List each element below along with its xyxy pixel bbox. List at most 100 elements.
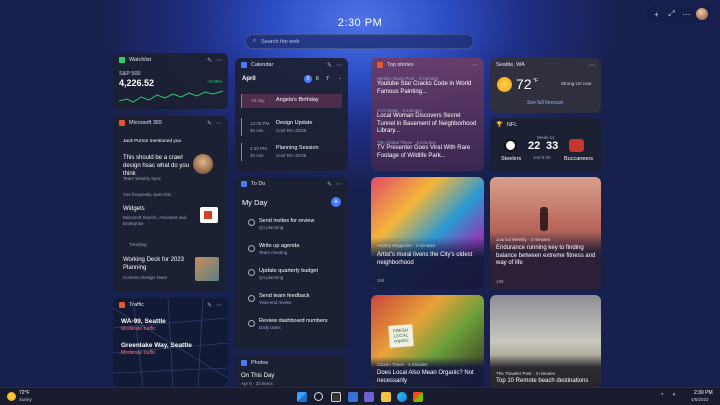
pin-icon[interactable]: ✎	[327, 62, 332, 69]
watchlist-widget[interactable]: Watchlist ✎ ⋯ S&P 500 4,226.52 +0.08%	[113, 53, 228, 109]
nfl-widget[interactable]: 🏆 NFL Week 11 22 33 Steelers Buccaneers 2…	[490, 118, 601, 172]
taskbar-temp[interactable]: 72°F	[19, 390, 30, 396]
organic-news-card[interactable]: FRESH LOCAL organic Citizen Times · 3 mi…	[371, 295, 484, 387]
expand-button[interactable]: ⤢	[666, 9, 677, 19]
taskbar-condition[interactable]: Sunny	[19, 397, 32, 402]
task-view-icon[interactable]	[331, 392, 341, 402]
story-source: The Traveler Post · 3 minutes	[496, 371, 556, 376]
event-duration: 30 min	[250, 128, 264, 133]
traffic-widget[interactable]: Traffic ✎ ⋯ WA-99, Seattle Moderate traffi…	[113, 298, 228, 387]
traffic-status: Moderate traffic	[121, 350, 156, 356]
store-icon[interactable]	[413, 392, 423, 402]
widgets-icon[interactable]	[348, 392, 358, 402]
wifi-icon[interactable]: ◔	[660, 392, 664, 398]
start-icon[interactable]	[297, 392, 307, 402]
todo-list-name[interactable]: My Day	[242, 198, 267, 207]
story-item[interactable]: The Global Times · 3 minutes TV Presente…	[377, 140, 479, 160]
top-stories-widget[interactable]: Top stories ⋯ Weekly News Post · 3 minute…	[371, 58, 484, 171]
mural-news-card[interactable]: Artistry Magazine · 3 minutes Artist's m…	[371, 177, 484, 289]
taskbar-time[interactable]: 2:30 PM	[694, 390, 713, 396]
mention-text[interactable]: This should be a crawl design hsac what …	[123, 154, 193, 178]
forecast-link[interactable]: See full forecast	[527, 100, 563, 106]
more-button[interactable]: ⋯	[681, 10, 692, 19]
weather-sun-icon[interactable]	[7, 392, 16, 401]
endurance-news-card[interactable]: Journal Weekly · 3 minutes Endurance run…	[490, 177, 601, 289]
more-icon[interactable]: ⋯	[336, 62, 342, 69]
chevron-down-icon[interactable]: ⌄	[338, 75, 342, 81]
weather-widget[interactable]: Seattle, WA ⋯ 72 °F Strong UV now See ful…	[490, 58, 601, 113]
weather-unit: °F	[533, 78, 539, 84]
more-icon[interactable]: ⋯	[216, 120, 222, 127]
pin-icon[interactable]: ✎	[327, 181, 332, 188]
task-list: Team meeting	[259, 250, 288, 255]
teams-icon[interactable]	[364, 392, 374, 402]
file-explorer-icon[interactable]	[381, 392, 391, 402]
stock-price: 4,226.52	[119, 78, 155, 88]
task-title[interactable]: Update quarterly budget	[259, 268, 318, 274]
buccaneers-logo-icon	[569, 139, 584, 152]
event-duration: 30 min	[250, 153, 264, 158]
widget-title: Watchlist	[129, 57, 152, 63]
story-source: Artistry Magazine · 3 minutes	[377, 243, 436, 248]
doc-title[interactable]: Widgets	[123, 206, 145, 212]
traffic-road: WA-99, Seattle	[121, 318, 166, 325]
person-avatar	[193, 154, 213, 174]
avatar[interactable]	[696, 8, 708, 20]
task-checkbox[interactable]	[248, 295, 255, 302]
photos-widget[interactable]: Photos On This Day Apr 5 · 33 items	[235, 356, 348, 387]
more-icon[interactable]: ⋯	[216, 57, 222, 64]
story-title: Artist's mural livens the City's oldest …	[377, 252, 473, 266]
search-icon[interactable]	[314, 392, 323, 401]
task-title[interactable]: Send invites for review	[259, 218, 314, 224]
pin-icon[interactable]: ✎	[207, 57, 212, 64]
more-icon[interactable]: ⋯	[216, 302, 222, 309]
event-location: Conf Rm 32/35	[276, 128, 307, 133]
pin-icon[interactable]: ✎	[207, 302, 212, 309]
task-list: Year-end review	[259, 300, 292, 305]
event-location: Conf Rm 32/35	[276, 153, 307, 158]
calendar-day[interactable]: 7	[326, 76, 329, 82]
runner-figure	[540, 207, 548, 231]
top-controls: + ⤢ ⋯	[647, 6, 712, 22]
add-task-button[interactable]: +	[331, 197, 341, 207]
volume-icon[interactable]: ◖	[672, 392, 676, 398]
task-checkbox[interactable]	[248, 219, 255, 226]
doc-subtitle: Contoso Design Team	[123, 275, 168, 280]
task-title[interactable]: Write up agenda	[259, 243, 299, 249]
more-icon[interactable]: ⋯	[336, 181, 342, 188]
search-placeholder: Search the web	[261, 38, 300, 45]
reaction-count[interactable]: 284	[377, 278, 385, 283]
task-checkbox[interactable]	[248, 320, 255, 327]
more-icon[interactable]: ⋯	[589, 62, 595, 69]
doc-title[interactable]: Working Deck for 2023 Planning	[123, 257, 195, 272]
todo-widget[interactable]: To Do ✎ ⋯ My Day + Send invites for review…	[235, 177, 348, 349]
task-title[interactable]: Send team feedback	[259, 293, 309, 299]
taskbar-date[interactable]: 4/5/2022	[691, 397, 709, 402]
add-widget-button[interactable]: +	[651, 10, 662, 19]
calendar-event[interactable]: 4:30 PM 30 min Planning Session Conf Rm …	[241, 143, 342, 161]
story-title: Endurance running key to finding balance…	[496, 245, 596, 266]
microsoft365-widget[interactable]: Microsoft 365 ✎ ⋯ Jack Purton mentioned yo…	[113, 116, 228, 291]
task-title[interactable]: Review dashboard numbers	[259, 318, 327, 324]
calendar-widget[interactable]: Calendar ✎ ⋯ April 5 6 7 ⌄ All day Angela'…	[235, 58, 348, 171]
task-checkbox[interactable]	[248, 269, 255, 276]
calendar-day[interactable]: 6	[316, 76, 319, 82]
calendar-day-selected[interactable]: 5	[304, 75, 312, 83]
more-icon[interactable]: ⋯	[472, 62, 478, 69]
story-item[interactable]: XYZ News · 3 minutes Local Woman Discove…	[377, 108, 479, 136]
edge-icon[interactable]	[397, 392, 407, 402]
story-item[interactable]: Weekly News Post · 3 minutes Youtube Sta…	[377, 76, 479, 96]
task-checkbox[interactable]	[248, 245, 255, 252]
chart-icon	[119, 57, 125, 63]
beach-news-card[interactable]: The Traveler Post · 3 minutes Top 10 Rem…	[490, 295, 601, 387]
calendar-event[interactable]: 12:30 PM 30 min Design Update Conf Rm 32…	[241, 118, 342, 136]
clock: 2:30 PM	[337, 17, 383, 29]
pin-icon[interactable]: ✎	[207, 120, 212, 127]
story-title: TV Presenter Goes Viral With Rare Footag…	[377, 145, 471, 159]
calendar-event[interactable]: All day Angela's Birthday	[241, 94, 342, 108]
reaction-count[interactable]: 189	[496, 279, 504, 284]
widget-title: NFL	[506, 122, 518, 128]
search-icon: ⌕	[253, 38, 257, 44]
taskbar: 72°F Sunny ◔ ◖ 2:30 PM 4/5/2022	[0, 387, 720, 405]
search-input[interactable]: ⌕ Search the web	[245, 34, 474, 49]
